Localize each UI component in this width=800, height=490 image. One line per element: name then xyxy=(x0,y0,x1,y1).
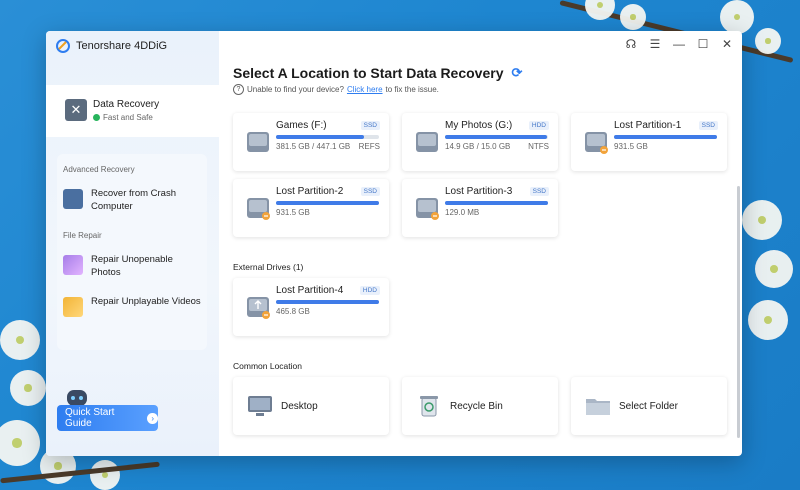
drive-name: My Photos (G:) xyxy=(445,120,513,131)
drive-card[interactable]: Lost Partition-3 SSD 129.0 MB xyxy=(402,179,558,237)
drive-type-badge: HDD xyxy=(528,121,549,130)
hard-drive-icon xyxy=(585,132,608,154)
capacity-bar xyxy=(614,135,717,139)
common-location-select-folder[interactable]: Select Folder xyxy=(571,377,727,435)
sidebar-item-data-recovery[interactable]: ✕ Data Recovery Fast and Safe xyxy=(46,85,219,137)
brand: Tenorshare 4DDiG xyxy=(56,39,167,53)
drive-size: 465.8 GB xyxy=(276,307,310,316)
desktop-icon xyxy=(248,396,272,416)
drive-size: 931.5 GB xyxy=(276,208,310,217)
drive-size: 129.0 MB xyxy=(445,208,480,217)
help-line: ? Unable to find your device? Click here… xyxy=(233,84,439,95)
main-content: Select A Location to Start Data Recovery… xyxy=(219,31,742,456)
sidebar-item-label: Recover from Crash Computer xyxy=(91,188,176,212)
quick-start-guide-button[interactable]: Quick Start Guide › xyxy=(57,405,158,431)
file-repair-label: File Repair xyxy=(63,231,102,240)
drive-card[interactable]: Games (F:) SSD 381.5 GB / 447.1 GB REFS xyxy=(233,113,389,171)
capacity-fill xyxy=(276,135,364,139)
advanced-recovery-label: Advanced Recovery xyxy=(63,165,135,174)
drive-size: 381.5 GB / 447.1 GB xyxy=(276,142,351,151)
external-drives-label: External Drives (1) xyxy=(233,262,304,272)
sidebar-item-label: Repair Unplayable Videos xyxy=(91,296,201,307)
drive-size: 14.9 GB / 15.0 GB xyxy=(445,142,511,151)
sidebar-item-sublabel: Fast and Safe xyxy=(93,113,153,122)
drive-name: Lost Partition-4 xyxy=(276,285,344,296)
filesystem-label: NTFS xyxy=(528,142,549,151)
app-logo-icon xyxy=(56,39,70,53)
folder-icon xyxy=(586,399,610,415)
capacity-fill xyxy=(276,201,379,205)
drive-type-badge: SSD xyxy=(529,187,549,196)
capacity-bar xyxy=(276,135,379,139)
app-title: Tenorshare 4DDiG xyxy=(76,40,168,52)
hard-drive-icon xyxy=(247,198,270,220)
capacity-bar xyxy=(445,201,548,205)
usb-drive-icon xyxy=(247,297,270,319)
capacity-fill xyxy=(445,201,548,205)
filesystem-label: REFS xyxy=(358,142,380,151)
sidebar-item-label: Repair Unopenable Photos xyxy=(91,254,173,278)
capacity-bar xyxy=(445,135,548,139)
capacity-bar xyxy=(276,300,379,304)
drive-card[interactable]: Lost Partition-1 SSD 931.5 GB xyxy=(571,113,727,171)
quick-start-label: Quick Start Guide xyxy=(65,407,115,429)
sidebar-item-repair-photos[interactable]: Repair Unopenable Photos xyxy=(63,253,203,279)
drive-type-badge: SSD xyxy=(698,121,718,130)
drive-card[interactable]: Lost Partition-4 HDD 465.8 GB xyxy=(233,278,389,336)
sidebar-item-label: Data Recovery xyxy=(93,99,160,110)
video-icon xyxy=(63,297,83,317)
question-icon: ? xyxy=(233,84,244,95)
drive-name: Lost Partition-1 xyxy=(614,120,682,131)
sidebar-item-crash-recovery[interactable]: Recover from Crash Computer xyxy=(63,187,203,213)
drive-name: Games (F:) xyxy=(276,120,327,131)
capacity-fill xyxy=(445,135,547,139)
drive-size: 931.5 GB xyxy=(614,142,648,151)
drive-type-badge: HDD xyxy=(359,286,380,295)
scrollbar[interactable] xyxy=(737,186,740,438)
page-title: Select A Location to Start Data Recovery… xyxy=(233,65,523,81)
hard-drive-icon xyxy=(416,198,439,220)
arrow-right-icon: › xyxy=(147,412,158,424)
drive-type-badge: SSD xyxy=(360,187,380,196)
drive-name: Lost Partition-3 xyxy=(445,186,513,197)
sidebar-item-repair-videos[interactable]: Repair Unplayable Videos xyxy=(63,295,203,317)
capacity-fill xyxy=(276,300,379,304)
sidebar: Tenorshare 4DDiG ✕ Data Recovery Fast an… xyxy=(46,31,219,456)
photo-icon xyxy=(63,255,83,275)
drive-card[interactable]: My Photos (G:) HDD 14.9 GB / 15.0 GB NTFS xyxy=(402,113,558,171)
advanced-recovery-panel: Advanced Recovery Recover from Crash Com… xyxy=(57,154,207,350)
drive-type-badge: SSD xyxy=(360,121,380,130)
computer-icon xyxy=(63,189,83,209)
common-location-label: Common Location xyxy=(233,361,302,371)
recycle-bin-icon xyxy=(420,396,438,417)
fix-issue-link[interactable]: Click here xyxy=(347,85,383,94)
common-location-desktop[interactable]: Desktop xyxy=(233,377,389,435)
capacity-bar xyxy=(276,201,379,205)
shield-check-icon xyxy=(93,114,100,121)
hard-drive-icon xyxy=(247,132,269,152)
drive-name: Lost Partition-2 xyxy=(276,186,344,197)
capacity-fill xyxy=(614,135,717,139)
common-location-recycle-bin[interactable]: Recycle Bin xyxy=(402,377,558,435)
drive-card[interactable]: Lost Partition-2 SSD 931.5 GB xyxy=(233,179,389,237)
app-window: Tenorshare 4DDiG ✕ Data Recovery Fast an… xyxy=(46,31,742,456)
tools-icon: ✕ xyxy=(65,99,87,121)
hard-drive-icon xyxy=(416,132,438,152)
refresh-icon[interactable]: ⟳ xyxy=(511,65,522,81)
